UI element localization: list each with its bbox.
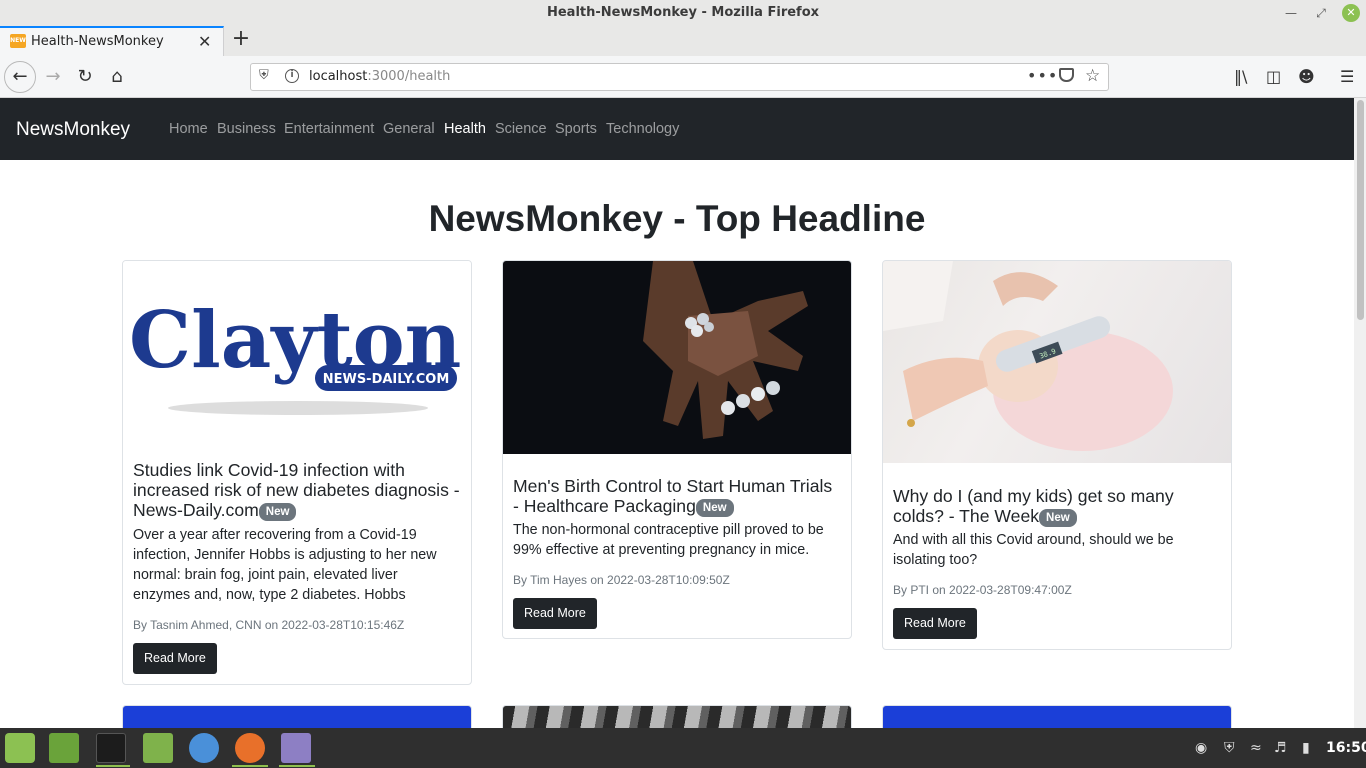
nav-science[interactable]: Science [495, 121, 547, 137]
browser-toolbar: ← → ↻ ⌂ ⛨ i localhost:3000/health ••• ☆ … [0, 56, 1366, 98]
nav-sports[interactable]: Sports [555, 121, 597, 137]
hamburger-menu-icon[interactable]: ☰ [1340, 67, 1354, 86]
new-badge: New [258, 503, 297, 521]
news-card: Clayton NEWS-DAILY.COM Studies link Covi… [122, 260, 472, 685]
close-window-icon[interactable]: ✕ [1342, 4, 1360, 22]
home-button[interactable]: ⌂ [102, 62, 132, 92]
site-info-icon[interactable]: i [285, 69, 299, 83]
news-card-partial [502, 705, 852, 728]
window-titlebar: Health-NewsMonkey - Mozilla Firefox — ⤢ … [0, 0, 1366, 26]
nav-health[interactable]: Health [444, 121, 486, 137]
card-meta: By PTI on 2022-03-28T09:47:00Z [893, 583, 1072, 597]
card-meta: By Tim Hayes on 2022-03-28T10:09:50Z [513, 573, 730, 587]
read-more-button[interactable]: Read More [513, 598, 597, 629]
page-heading: NewsMonkey - Top Headline [428, 198, 926, 239]
site-brand[interactable]: NewsMonkey [16, 119, 130, 141]
tab-title: Health-NewsMonkey [31, 34, 164, 49]
news-card: Men's Birth Control to Start Human Trial… [502, 260, 852, 639]
card-image-baby-thermometer: 38.9 [883, 261, 1231, 463]
reload-button[interactable]: ↻ [70, 62, 100, 92]
url-text[interactable]: localhost:3000/health [309, 69, 450, 84]
text-editor-active-indicator [279, 765, 315, 767]
hand-with-pills-graphic [643, 261, 808, 439]
files-icon[interactable] [143, 733, 173, 763]
card-title: Men's Birth Control to Start Human Trial… [513, 476, 841, 517]
url-path: :3000/health [367, 69, 451, 84]
read-more-button[interactable]: Read More [893, 608, 977, 639]
nav-business[interactable]: Business [217, 121, 276, 137]
bookmark-star-icon[interactable]: ☆ [1085, 66, 1100, 86]
close-tab-icon[interactable]: ✕ [198, 32, 211, 51]
firefox-active-indicator [232, 765, 268, 767]
mint-menu-icon[interactable] [5, 733, 35, 763]
site-favicon-icon: NEW [10, 34, 26, 48]
terminal-icon[interactable] [96, 733, 126, 763]
chromium-icon[interactable] [189, 733, 219, 763]
battery-icon[interactable]: ▮ [1302, 740, 1310, 756]
os-taskbar: ◉ ⛨ ≈ ♬ ▮ 16:50 [0, 728, 1366, 768]
new-tab-button[interactable]: + [230, 26, 252, 54]
card-description: The non-hormonal contraceptive pill prov… [513, 522, 824, 558]
pocket-icon[interactable] [1059, 68, 1074, 82]
minimize-icon[interactable]: — [1282, 4, 1300, 22]
clayton-logo-graphic: Clayton NEWS-DAILY.COM [129, 295, 461, 415]
card-image-clayton-logo: Clayton NEWS-DAILY.COM [123, 261, 471, 447]
card-meta: By Tasnim Ahmed, CNN on 2022-03-28T10:15… [133, 618, 405, 632]
clayton-logo-subtext: NEWS-DAILY.COM [323, 372, 450, 387]
nav-technology[interactable]: Technology [606, 121, 679, 137]
text-editor-icon[interactable] [281, 733, 311, 763]
news-card: 38.9 Why do I (and my kids) get so many … [882, 260, 1232, 650]
volume-icon[interactable]: ♬ [1274, 740, 1287, 756]
tab-strip: NEW Health-NewsMonkey ✕ + [0, 26, 1366, 56]
tracking-protection-shield-icon[interactable]: ⛨ [259, 68, 269, 83]
maximize-icon[interactable]: ⤢ [1312, 4, 1330, 22]
show-desktop-icon[interactable] [49, 733, 79, 763]
new-badge: New [1039, 509, 1077, 527]
browser-tab[interactable]: NEW Health-NewsMonkey ✕ [0, 26, 224, 56]
discord-icon[interactable]: ◉ [1195, 740, 1207, 756]
read-more-button[interactable]: Read More [133, 643, 217, 674]
news-card-partial [882, 705, 1232, 728]
new-badge: New [695, 499, 734, 517]
scrollbar-thumb[interactable] [1357, 100, 1364, 320]
back-button[interactable]: ← [4, 61, 36, 93]
url-host: localhost [309, 69, 368, 84]
nav-general[interactable]: General [383, 121, 435, 137]
card-title-text: Why do I (and my kids) get so many colds… [893, 486, 1174, 526]
site-navbar: NewsMonkey Home Business Entertainment G… [0, 98, 1354, 160]
sidebar-icon[interactable]: ◫ [1266, 67, 1281, 86]
card-title: Why do I (and my kids) get so many colds… [893, 486, 1221, 527]
wifi-icon[interactable]: ≈ [1250, 740, 1262, 756]
window-title: Health-NewsMonkey - Mozilla Firefox [546, 5, 820, 20]
firefox-icon[interactable] [235, 733, 265, 763]
page-viewport: NewsMonkey Home Business Entertainment G… [0, 98, 1354, 728]
card-image-hand-pills [503, 261, 851, 454]
clock[interactable]: 16:50 [1326, 740, 1366, 756]
nav-home[interactable]: Home [169, 121, 208, 137]
card-title: Studies link Covid-19 infection with inc… [133, 460, 461, 521]
terminal-active-indicator [96, 765, 130, 767]
baby-thermometer-graphic: 38.9 [883, 261, 1173, 451]
card-description: And with all this Covid around, should w… [893, 532, 1174, 568]
nav-entertainment[interactable]: Entertainment [284, 121, 374, 137]
address-bar[interactable]: ⛨ i localhost:3000/health ••• ☆ [250, 63, 1109, 91]
card-description: Over a year after recovering from a Covi… [133, 527, 437, 603]
card-title-text: Studies link Covid-19 infection with inc… [133, 460, 460, 520]
card-title-text: Men's Birth Control to Start Human Trial… [513, 476, 833, 516]
account-icon[interactable]: ☻ [1298, 67, 1315, 86]
library-icon[interactable]: ‖\ [1234, 67, 1247, 86]
page-actions-icon[interactable]: ••• [1027, 66, 1058, 85]
shield-tray-icon[interactable]: ⛨ [1224, 740, 1235, 756]
news-card-partial [122, 705, 472, 728]
forward-button[interactable]: → [38, 62, 68, 92]
